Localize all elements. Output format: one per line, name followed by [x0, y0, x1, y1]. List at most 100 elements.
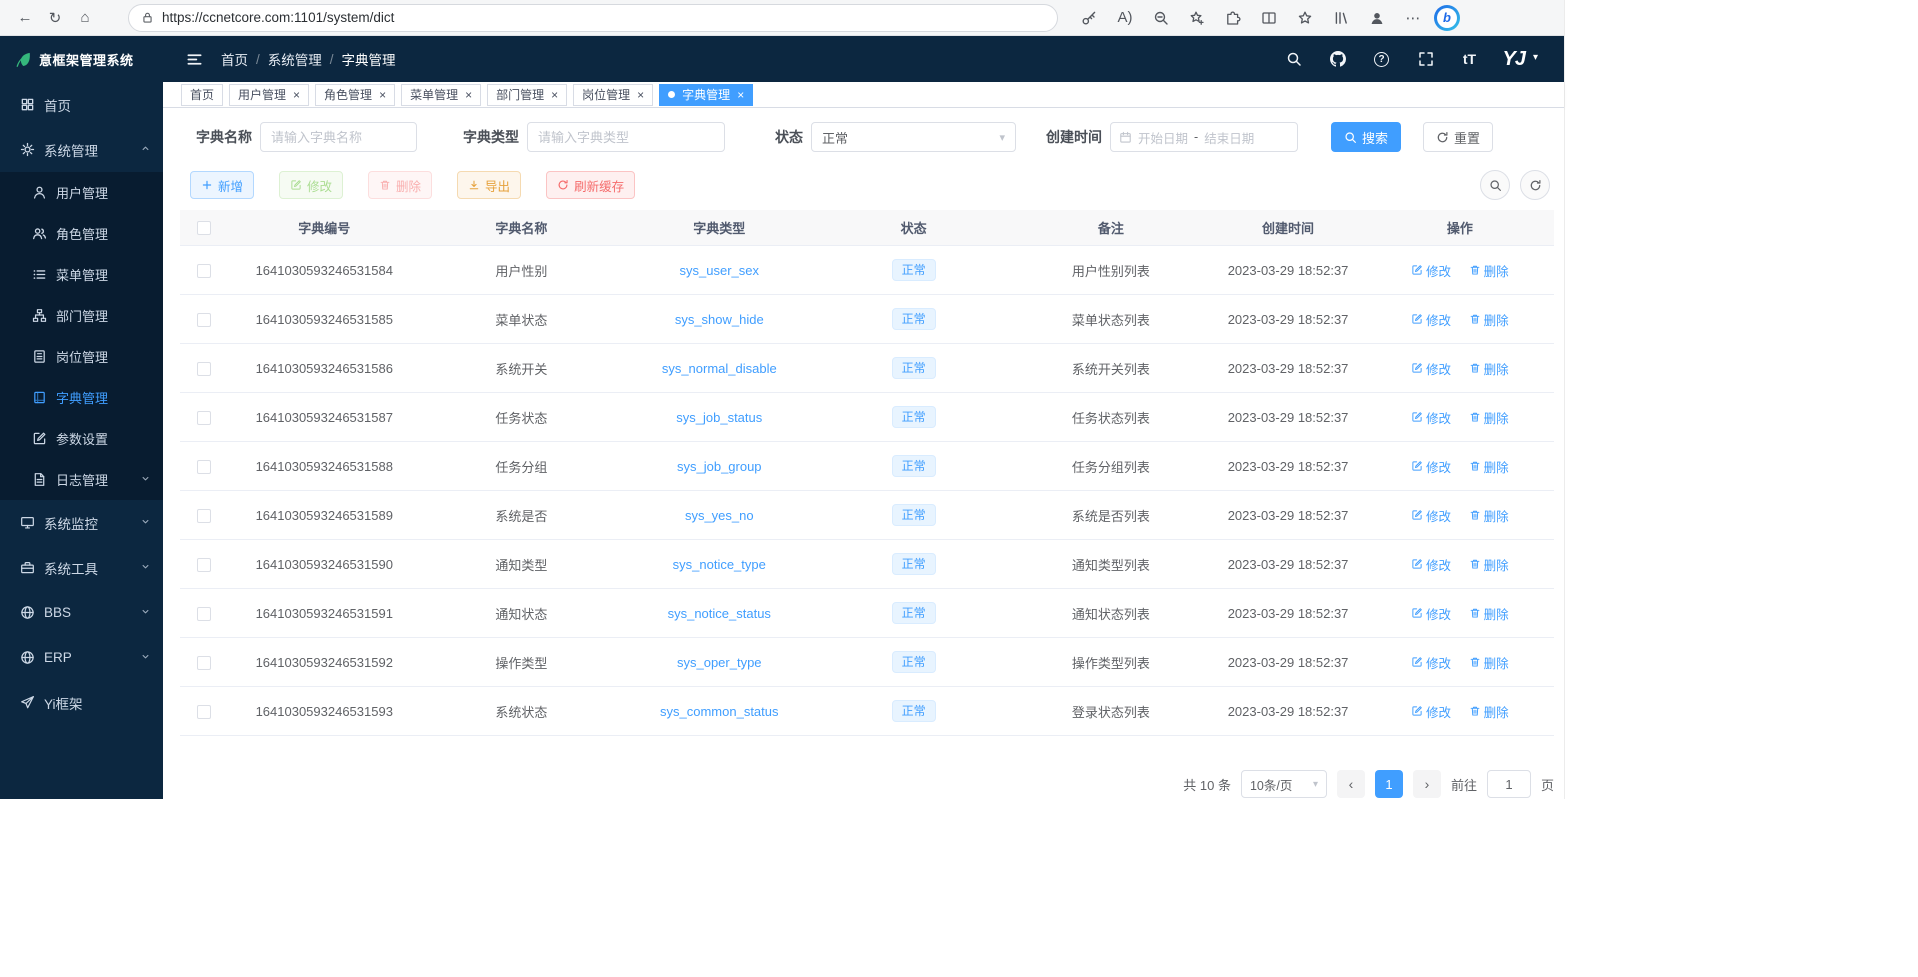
tab-home[interactable]: 首页 [181, 84, 223, 106]
favorites-icon[interactable] [1290, 3, 1320, 33]
row-edit-link[interactable]: 修改 [1411, 653, 1451, 672]
prev-page-button[interactable]: ‹ [1337, 770, 1365, 798]
url-text[interactable]: https://ccnetcore.com:1101/system/dict [162, 10, 394, 25]
row-checkbox[interactable] [197, 558, 211, 572]
sidebar-item-dict-management[interactable]: 字典管理 [0, 377, 163, 418]
dict-type-link[interactable]: sys_job_status [676, 410, 762, 425]
date-range-picker[interactable]: 开始日期 - 结束日期 [1110, 122, 1298, 152]
dict-type-link[interactable]: sys_notice_type [673, 557, 766, 572]
breadcrumb-system[interactable]: 系统管理 [268, 49, 322, 69]
row-delete-link[interactable]: 删除 [1469, 359, 1509, 378]
row-delete-link[interactable]: 删除 [1469, 506, 1509, 525]
toggle-search-button[interactable] [1480, 170, 1510, 200]
close-icon[interactable]: × [293, 89, 300, 101]
tab-menu-management[interactable]: 菜单管理× [401, 84, 481, 106]
row-delete-link[interactable]: 删除 [1469, 261, 1509, 280]
row-edit-link[interactable]: 修改 [1411, 457, 1451, 476]
address-bar[interactable]: https://ccnetcore.com:1101/system/dict [128, 4, 1058, 32]
row-edit-link[interactable]: 修改 [1411, 359, 1451, 378]
header-search-icon[interactable] [1283, 48, 1305, 70]
row-checkbox[interactable] [197, 313, 211, 327]
sidebar-item-erp[interactable]: ERP [0, 635, 163, 680]
row-checkbox[interactable] [197, 460, 211, 474]
close-icon[interactable]: × [551, 89, 558, 101]
browser-home-icon[interactable]: ⌂ [70, 3, 100, 33]
browser-back-icon[interactable]: ← [10, 3, 40, 33]
sidebar-item-system-tools[interactable]: 系统工具 [0, 545, 163, 590]
row-checkbox[interactable] [197, 264, 211, 278]
sidebar-item-post-management[interactable]: 岗位管理 [0, 336, 163, 377]
add-button[interactable]: 新增 [190, 171, 254, 199]
sidebar-item-user-management[interactable]: 用户管理 [0, 172, 163, 213]
zoom-out-icon[interactable] [1146, 3, 1176, 33]
password-key-icon[interactable] [1074, 3, 1104, 33]
select-all-checkbox[interactable] [197, 221, 211, 235]
close-icon[interactable]: × [465, 89, 472, 101]
collections-icon[interactable] [1326, 3, 1356, 33]
row-delete-link[interactable]: 删除 [1469, 604, 1509, 623]
status-select[interactable]: 正常 ▾ [811, 122, 1016, 152]
dict-type-link[interactable]: sys_yes_no [685, 508, 754, 523]
sidebar-item-home[interactable]: 首页 [0, 82, 163, 127]
profile-avatar-icon[interactable] [1362, 3, 1392, 33]
browser-refresh-icon[interactable]: ↻ [40, 3, 70, 33]
user-avatar-logo[interactable]: YJ [1503, 48, 1525, 71]
row-checkbox[interactable] [197, 509, 211, 523]
row-edit-link[interactable]: 修改 [1411, 604, 1451, 623]
sidebar-item-param-settings[interactable]: 参数设置 [0, 418, 163, 459]
dict-type-link[interactable]: sys_notice_status [668, 606, 771, 621]
row-edit-link[interactable]: 修改 [1411, 555, 1451, 574]
browser-menu-icon[interactable]: ⋯ [1398, 3, 1428, 33]
page-1-button[interactable]: 1 [1375, 770, 1403, 798]
tab-dept-management[interactable]: 部门管理× [487, 84, 567, 106]
split-screen-icon[interactable] [1254, 3, 1284, 33]
breadcrumb-home[interactable]: 首页 [221, 49, 248, 69]
row-checkbox[interactable] [197, 705, 211, 719]
export-button[interactable]: 导出 [457, 171, 521, 199]
close-icon[interactable]: × [637, 89, 644, 101]
tab-role-management[interactable]: 角色管理× [315, 84, 395, 106]
row-edit-link[interactable]: 修改 [1411, 506, 1451, 525]
sidebar-item-dept-management[interactable]: 部门管理 [0, 295, 163, 336]
close-icon[interactable]: × [379, 89, 386, 101]
dict-type-input[interactable] [527, 122, 725, 152]
row-checkbox[interactable] [197, 362, 211, 376]
row-delete-link[interactable]: 删除 [1469, 457, 1509, 476]
dict-type-link[interactable]: sys_normal_disable [662, 361, 777, 376]
dict-name-input[interactable] [260, 122, 417, 152]
sidebar-item-log-management[interactable]: 日志管理 [0, 459, 163, 500]
dict-type-link[interactable]: sys_job_group [677, 459, 762, 474]
help-icon[interactable]: ? [1371, 48, 1393, 70]
sidebar-item-yi-framework[interactable]: Yi框架 [0, 680, 163, 725]
row-edit-link[interactable]: 修改 [1411, 702, 1451, 721]
sidebar-item-menu-management[interactable]: 菜单管理 [0, 254, 163, 295]
user-menu-caret-icon[interactable]: ▾ [1533, 52, 1538, 63]
row-edit-link[interactable]: 修改 [1411, 408, 1451, 427]
next-page-button[interactable]: › [1413, 770, 1441, 798]
dict-type-link[interactable]: sys_user_sex [680, 263, 759, 278]
read-aloud-icon[interactable]: A) [1110, 3, 1140, 33]
page-size-select[interactable]: 10条/页 ▾ [1241, 770, 1327, 798]
sidebar-item-bbs[interactable]: BBS [0, 590, 163, 635]
row-delete-link[interactable]: 删除 [1469, 653, 1509, 672]
add-favorite-icon[interactable] [1182, 3, 1212, 33]
dict-type-link[interactable]: sys_common_status [660, 704, 779, 719]
sidebar-item-system-monitor[interactable]: 系统监控 [0, 500, 163, 545]
github-icon[interactable] [1327, 48, 1349, 70]
row-edit-link[interactable]: 修改 [1411, 310, 1451, 329]
copilot-icon[interactable]: b [1434, 5, 1460, 31]
row-delete-link[interactable]: 删除 [1469, 408, 1509, 427]
sidebar-item-system-management[interactable]: 系统管理 [0, 127, 163, 172]
delete-button[interactable]: 删除 [368, 171, 432, 199]
refresh-cache-button[interactable]: 刷新缓存 [546, 171, 635, 199]
sidebar-toggle-icon[interactable] [181, 46, 207, 72]
dict-type-link[interactable]: sys_show_hide [675, 312, 764, 327]
goto-page-input[interactable] [1487, 770, 1531, 798]
extensions-icon[interactable] [1218, 3, 1248, 33]
row-delete-link[interactable]: 删除 [1469, 555, 1509, 574]
fullscreen-icon[interactable] [1415, 48, 1437, 70]
font-size-icon[interactable]: tT [1459, 48, 1481, 70]
reset-button[interactable]: 重置 [1423, 122, 1493, 152]
row-delete-link[interactable]: 删除 [1469, 702, 1509, 721]
sidebar-item-role-management[interactable]: 角色管理 [0, 213, 163, 254]
